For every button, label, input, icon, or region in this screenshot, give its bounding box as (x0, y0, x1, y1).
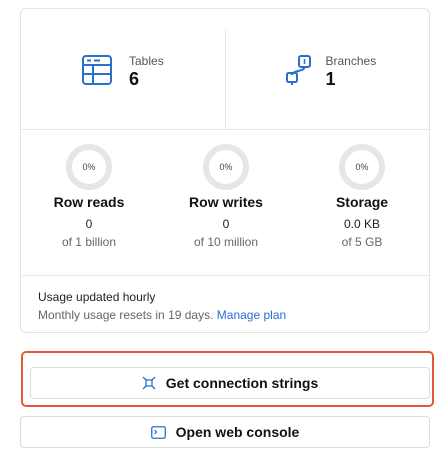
storage-percent: 0% (355, 162, 369, 172)
usage-reset-text: Monthly usage resets in 19 days. (38, 308, 214, 322)
branch-icon (285, 55, 311, 85)
row-writes-limit: of 10 million (193, 235, 259, 249)
open-web-console-label: Open web console (175, 424, 300, 440)
stats-row: Tables 6 Branches 1 (21, 30, 429, 130)
database-overview-card: Tables 6 Branches 1 0% Row reads 0 of 1 … (20, 8, 430, 333)
get-connection-strings-button[interactable]: Get connection strings (30, 367, 430, 399)
branches-stat[interactable]: Branches 1 (224, 30, 430, 129)
row-writes-value: 0 (222, 217, 230, 231)
usage-updated-note: Usage updated hourly (38, 290, 156, 304)
usage-reset-note: Monthly usage resets in 19 days. Manage … (38, 308, 286, 322)
branches-label: Branches (325, 54, 377, 68)
table-icon (82, 55, 112, 85)
usage-meters: 0% Row reads 0 of 1 billion 0% Row write… (21, 130, 429, 276)
terminal-icon (150, 425, 166, 439)
storage-value: 0.0 KB (343, 217, 381, 231)
storage-limit: of 5 GB (341, 235, 383, 249)
tables-count: 6 (129, 69, 140, 89)
open-web-console-button[interactable]: Open web console (20, 416, 430, 448)
row-reads-limit: of 1 billion (61, 235, 117, 249)
row-writes-percent: 0% (219, 162, 233, 172)
row-writes-title: Row writes (189, 194, 263, 210)
row-reads-value: 0 (85, 217, 93, 231)
manage-plan-link[interactable]: Manage plan (217, 308, 286, 322)
tables-stat[interactable]: Tables 6 (21, 30, 225, 129)
row-reads-title: Row reads (53, 194, 125, 210)
branches-count: 1 (325, 69, 336, 89)
connect-icon (142, 376, 156, 390)
get-connection-strings-label: Get connection strings (165, 375, 319, 391)
tables-label: Tables (129, 54, 164, 68)
storage-title: Storage (335, 194, 389, 210)
row-reads-percent: 0% (82, 162, 96, 172)
